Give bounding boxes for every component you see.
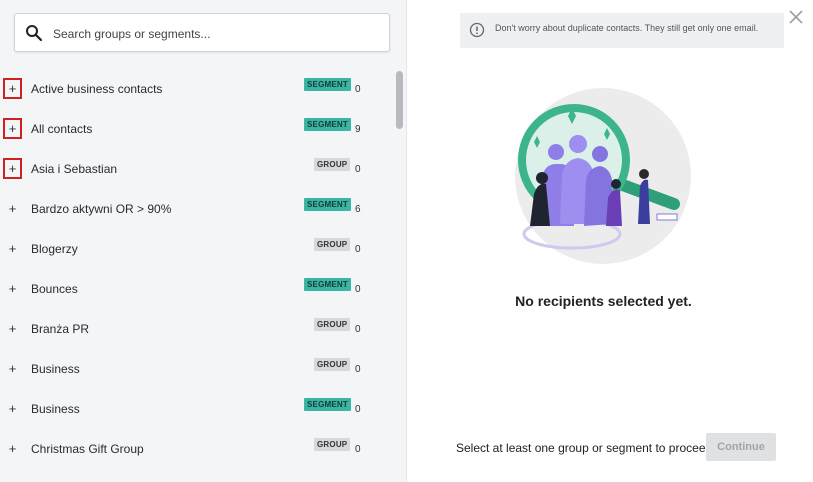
group-segment-list: + Active business contacts SEGMENT 0 + All co… [0,69,392,469]
type-badge: GROUP [314,318,351,331]
list-item[interactable]: + Bardzo aktywni OR > 90% SEGMENT 6 [0,189,392,229]
plus-icon[interactable]: + [3,318,22,339]
contact-count: 0 [355,164,361,175]
plus-icon[interactable]: + [3,438,22,459]
list-item-name: Business [31,362,80,376]
type-badge: GROUP [314,158,351,171]
list-item[interactable]: + Asia i Sebastian GROUP 0 [0,149,392,189]
info-banner: Don't worry about duplicate contacts. Th… [460,13,784,48]
proceed-hint: Select at least one group or segment to … [456,441,716,455]
contact-count: 0 [355,84,361,95]
contact-count: 0 [355,284,361,295]
plus-icon[interactable]: + [3,238,22,259]
contact-count: 0 [355,324,361,335]
selection-panel: + Active business contacts SEGMENT 0 + All co… [0,0,407,482]
contact-count: 0 [355,404,361,415]
list-item[interactable]: + All contacts SEGMENT 9 [0,109,392,149]
list-item-name: Christmas Gift Group [31,442,144,456]
list-item-name: Blogerzy [31,242,78,256]
plus-icon[interactable]: + [3,398,22,419]
empty-state-illustration [515,88,691,264]
contact-count: 0 [355,444,361,455]
plus-icon[interactable]: + [3,118,22,139]
contact-count: 9 [355,124,361,135]
list-item[interactable]: + Bounces SEGMENT 0 [0,269,392,309]
type-badge: SEGMENT [304,398,351,411]
close-icon[interactable] [787,8,805,26]
search-input[interactable] [51,22,375,46]
list-item-name: Active business contacts [31,82,163,96]
list-item[interactable]: + Christmas Gift Group GROUP 0 [0,429,392,469]
list-item-name: All contacts [31,122,93,136]
type-badge: GROUP [314,238,351,251]
search-icon [26,25,43,42]
plus-icon[interactable]: + [3,158,22,179]
scrollbar[interactable] [393,64,405,470]
list-item[interactable]: + Blogerzy GROUP 0 [0,229,392,269]
contact-count: 0 [355,364,361,375]
info-icon [469,22,485,38]
type-badge: SEGMENT [304,198,351,211]
type-badge: SEGMENT [304,118,351,131]
list-item-name: Branża PR [31,322,90,336]
list-item[interactable]: + Active business contacts SEGMENT 0 [0,69,392,109]
type-badge: SEGMENT [304,278,351,291]
plus-icon[interactable]: + [3,198,22,219]
contact-count: 6 [355,204,361,215]
list-item[interactable]: + Branża PR GROUP 0 [0,309,392,349]
continue-button[interactable]: Continue [706,433,776,461]
contact-count: 0 [355,244,361,255]
type-badge: GROUP [314,358,351,371]
type-badge: SEGMENT [304,78,351,91]
list-item-name: Asia i Sebastian [31,162,118,176]
info-text: Don't worry about duplicate contacts. Th… [495,23,759,33]
type-badge: GROUP [314,438,351,451]
list-item[interactable]: + Business GROUP 0 [0,349,392,389]
empty-state-title: No recipients selected yet. [515,293,692,309]
list-item-name: Business [31,402,80,416]
list-item-name: Bardzo aktywni OR > 90% [31,202,172,216]
search-box[interactable] [14,13,390,52]
plus-icon[interactable]: + [3,358,22,379]
scrollbar-thumb[interactable] [396,71,403,129]
list-item[interactable]: + Business SEGMENT 0 [0,389,392,429]
plus-icon[interactable]: + [3,78,22,99]
plus-icon[interactable]: + [3,278,22,299]
list-item-name: Bounces [31,282,78,296]
